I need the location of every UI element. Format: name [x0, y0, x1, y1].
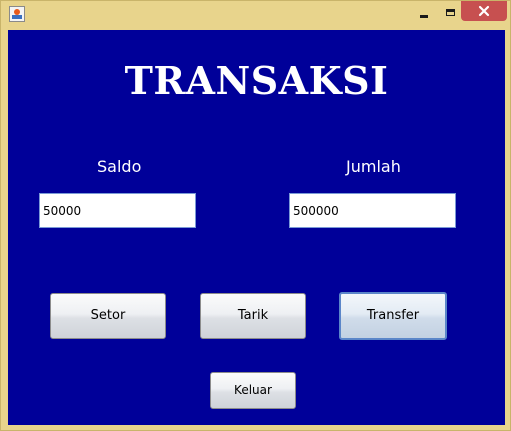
maximize-icon — [445, 8, 455, 16]
jumlah-field[interactable] — [289, 193, 456, 228]
app-window: TRANSAKSI Saldo Jumlah Setor Tarik Trans… — [0, 0, 511, 431]
tarik-button[interactable]: Tarik — [200, 293, 306, 339]
transfer-button[interactable]: Transfer — [339, 292, 447, 340]
setor-button[interactable]: Setor — [50, 293, 166, 339]
keluar-button[interactable]: Keluar — [210, 372, 296, 409]
close-button[interactable] — [461, 1, 507, 21]
title-bar[interactable] — [1, 1, 510, 29]
jumlah-label: Jumlah — [346, 157, 401, 176]
saldo-field[interactable] — [39, 193, 196, 228]
maximize-button[interactable] — [439, 3, 461, 21]
close-icon — [478, 5, 490, 17]
page-title: TRANSAKSI — [124, 58, 389, 103]
minimize-button[interactable] — [414, 3, 434, 21]
transaction-panel: TRANSAKSI Saldo Jumlah Setor Tarik Trans… — [8, 30, 505, 425]
minimize-icon — [420, 14, 428, 18]
saldo-label: Saldo — [97, 157, 142, 176]
java-app-icon[interactable] — [9, 6, 25, 22]
